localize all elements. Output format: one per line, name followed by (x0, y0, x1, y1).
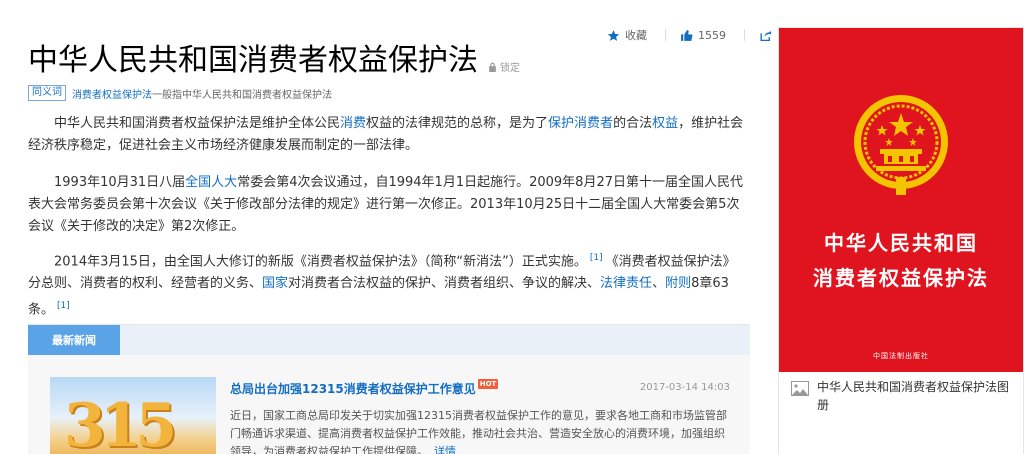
news-summary: 近日，国家工商总局印发关于切实加强12315消费者权益保护工作的意见，要求各地工… (230, 407, 730, 454)
summary-paragraph-2: 1993年10月31日八届全国人大常委会第4次会议通过，自1994年1月1日起施… (28, 172, 748, 238)
text: 中华人民共和国消费者权益保护法是维护全体公民 (54, 116, 341, 131)
text: 权益的法律规范的总称，是为了 (366, 116, 549, 131)
synonym-badge[interactable]: 同义词 (28, 85, 66, 101)
favorite-label: 收藏 (625, 29, 647, 42)
link-legal-liability[interactable]: 法律责任 (600, 276, 652, 291)
toolbar-divider (665, 29, 666, 41)
book-cover[interactable]: 中华人民共和国 消费者权益保护法 中国法制出版社 (779, 28, 1023, 372)
news-header: 最新新闻 (28, 325, 750, 355)
synonym-row: 同义词 消费者权益保护法 一般指中华人民共和国消费者权益保护法 (28, 85, 332, 101)
news-summary-text: 近日，国家工商总局印发关于切实加强12315消费者权益保护工作的意见，要求各地工… (230, 409, 727, 454)
thumbnail-text: 315 (64, 391, 177, 454)
news-headline[interactable]: 总局出台加强12315消费者权益保护工作意见 (230, 380, 476, 397)
tab-latest-news[interactable]: 最新新闻 (28, 325, 120, 355)
toolbar: 收藏 1559 189 (607, 27, 798, 43)
news-more-link[interactable]: 详情 (434, 445, 456, 454)
synonym-link[interactable]: 消费者权益保护法 (72, 86, 152, 101)
like-count: 1559 (698, 28, 726, 42)
star-icon (607, 29, 620, 41)
like-button[interactable]: 1559 (680, 29, 726, 42)
reference-link[interactable]: [1] (57, 301, 70, 311)
latest-news-panel: 最新新闻 315 总局出台加强12315消费者权益保护工作意见 HOT 2017… (28, 324, 750, 454)
synonym-text: 一般指中华人民共和国消费者权益保护法 (152, 89, 332, 101)
text: 对消费者合法权益的保护、消费者组织、争议的解决、 (288, 276, 601, 292)
image-icon (791, 381, 809, 396)
news-thumbnail[interactable]: 315 (50, 377, 216, 454)
cover-card: 中华人民共和国 消费者权益保护法 中国法制出版社 中华人民共和国消费者权益保护法… (778, 27, 1024, 454)
lock-icon (489, 62, 496, 72)
link-rights[interactable]: 权益 (652, 116, 678, 131)
thumbs-up-icon (681, 29, 693, 41)
national-emblem-icon (854, 95, 948, 195)
text: 1993年10月31日八届 (54, 175, 186, 190)
link-npc[interactable]: 全国人大 (185, 175, 237, 190)
album-link[interactable]: 中华人民共和国消费者权益保护法图册 (791, 378, 1016, 414)
toolbar-divider (744, 29, 745, 41)
album-label: 中华人民共和国消费者权益保护法图册 (817, 380, 1010, 412)
summary-paragraph-1: 中华人民共和国消费者权益保护法是维护全体公民消费权益的法律规范的总称，是为了保护… (28, 113, 748, 157)
reference-link[interactable]: [1] (590, 253, 603, 263)
cover-publisher: 中国法制出版社 (873, 352, 929, 360)
link-consumption[interactable]: 消费 (340, 116, 366, 131)
lock-status: 锁定 (488, 59, 520, 74)
summary-paragraph-3: 2014年3月15日，由全国人大修订的新版《消费者权益保护法》（简称“新消法”）… (28, 247, 748, 322)
link-state[interactable]: 国家 (262, 276, 288, 291)
news-date: 2017-03-14 14:03 (639, 382, 730, 393)
text: 2014年3月15日，由全国人大修订的新版《消费者权益保护法》（简称“新消法”）… (54, 254, 587, 270)
news-headline-row: 总局出台加强12315消费者权益保护工作意见 HOT (230, 378, 499, 397)
hot-badge: HOT (477, 378, 499, 389)
page-title: 中华人民共和国消费者权益保护法 (28, 43, 478, 78)
text: 的合法 (613, 116, 653, 131)
share-icon (760, 30, 772, 41)
link-protect-consumers[interactable]: 保护消费者 (548, 116, 613, 131)
favorite-button[interactable]: 收藏 (607, 27, 647, 43)
text: 、 (652, 276, 666, 292)
link-supplementary[interactable]: 附则 (665, 276, 691, 291)
lock-label: 锁定 (500, 63, 520, 74)
cover-title-line-1: 中华人民共和国 (824, 231, 978, 255)
title-row: 中华人民共和国消费者权益保护法 锁定 (28, 42, 520, 80)
news-item: 315 总局出台加强12315消费者权益保护工作意见 HOT 2017-03-1… (50, 377, 730, 454)
cover-title-line-2: 消费者权益保护法 (813, 266, 989, 290)
